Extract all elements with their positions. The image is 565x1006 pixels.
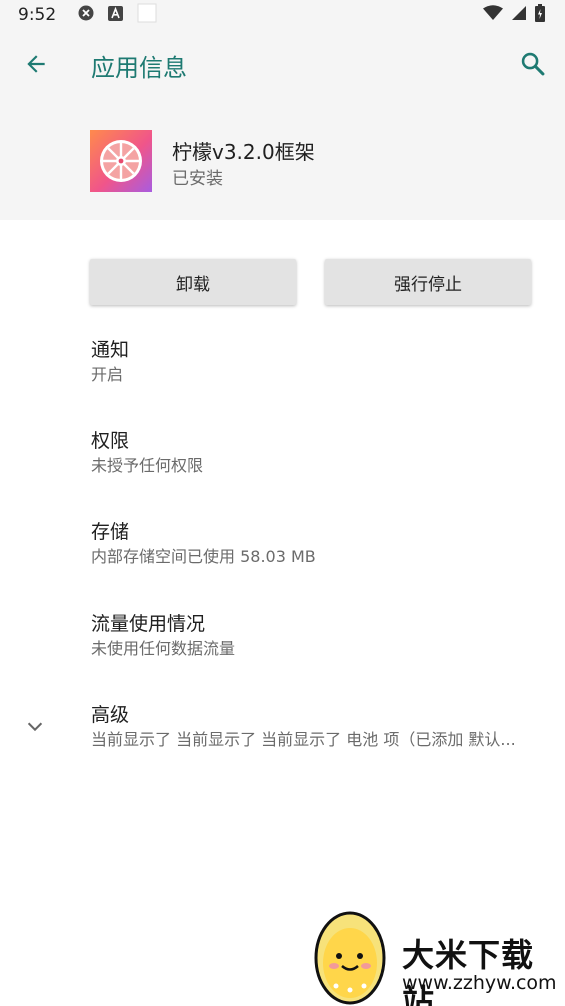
arrow-left-icon bbox=[23, 51, 49, 81]
pref-summary: 开启 bbox=[91, 365, 124, 384]
close-circle-icon bbox=[78, 5, 94, 25]
pref-data-usage[interactable]: 流量使用情况 未使用任何数据流量 bbox=[91, 612, 551, 660]
pref-title: 存储 bbox=[91, 521, 130, 543]
app-install-status: 已安装 bbox=[172, 169, 223, 189]
pref-title: 通知 bbox=[91, 339, 130, 361]
pref-title: 权限 bbox=[91, 430, 130, 452]
chevron-down-icon[interactable] bbox=[20, 711, 50, 741]
pref-summary: 当前显示了 当前显示了 当前显示了 电池 项（已添加 默认... bbox=[91, 730, 516, 749]
font-a-icon bbox=[108, 5, 124, 25]
status-icons-right bbox=[483, 4, 545, 26]
watermark-mascot-icon bbox=[314, 911, 386, 1005]
search-icon bbox=[519, 50, 547, 82]
battery-icon bbox=[535, 4, 545, 26]
pref-summary: 未使用任何数据流量 bbox=[91, 639, 236, 658]
watermark-url: www.zzhyw.com bbox=[402, 972, 557, 994]
status-bar: 9:52 bbox=[0, 0, 565, 30]
pref-summary: 未授予任何权限 bbox=[91, 456, 204, 475]
pref-summary: 内部存储空间已使用 58.03 MB bbox=[91, 547, 316, 566]
signal-icon bbox=[511, 5, 527, 25]
force-stop-button[interactable]: 强行停止 bbox=[325, 259, 531, 305]
status-icons-left bbox=[78, 3, 157, 27]
wifi-icon bbox=[483, 5, 503, 25]
blank-notification-icon bbox=[137, 3, 157, 27]
app-name: 柠檬v3.2.0框架 bbox=[172, 140, 315, 164]
pref-notifications[interactable]: 通知 开启 bbox=[91, 338, 551, 386]
uninstall-button[interactable]: 卸载 bbox=[90, 259, 296, 305]
page-title: 应用信息 bbox=[91, 54, 187, 82]
pref-permissions[interactable]: 权限 未授予任何权限 bbox=[91, 429, 551, 477]
pref-title: 高级 bbox=[91, 704, 130, 726]
status-time: 9:52 bbox=[18, 5, 57, 25]
lemon-slice-app-icon bbox=[90, 130, 152, 192]
app-header: 应用信息 柠檬v3.2.0框架 已安装 bbox=[0, 30, 565, 220]
pref-advanced[interactable]: 高级 当前显示了 当前显示了 当前显示了 电池 项（已添加 默认... bbox=[91, 703, 543, 751]
back-button[interactable] bbox=[16, 46, 56, 86]
pref-title: 流量使用情况 bbox=[91, 613, 206, 635]
app-bar: 应用信息 bbox=[0, 30, 565, 102]
watermark-text: 大米下载站 bbox=[402, 936, 535, 1006]
watermark: 大米下载站 www.zzhyw.com bbox=[306, 906, 565, 1006]
search-button[interactable] bbox=[513, 46, 553, 86]
pref-storage[interactable]: 存储 内部存储空间已使用 58.03 MB bbox=[91, 520, 551, 568]
